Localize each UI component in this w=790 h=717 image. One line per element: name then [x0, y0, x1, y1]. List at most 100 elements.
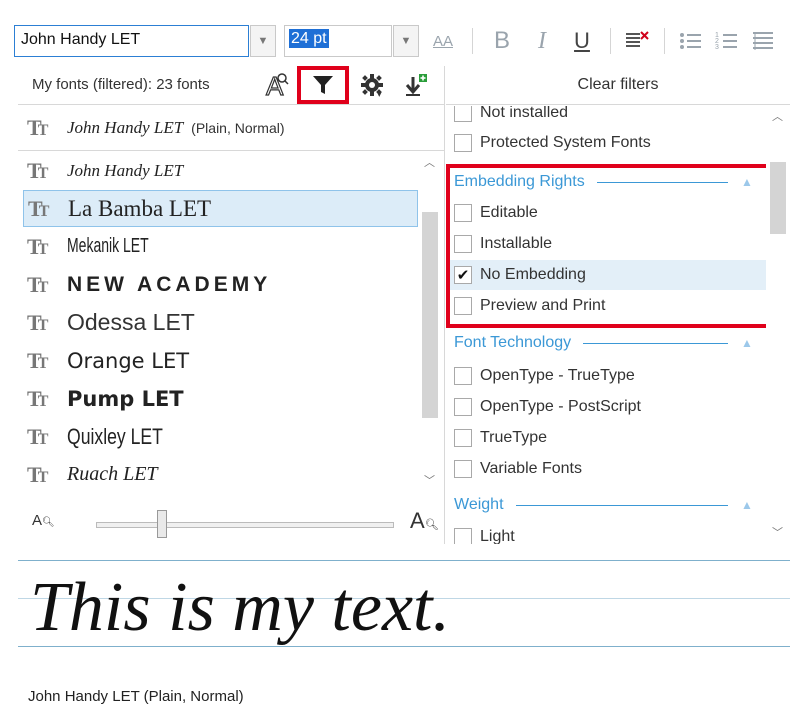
italic-button[interactable]: I [528, 25, 556, 57]
font-size-combobox[interactable]: 24 pt [284, 25, 392, 57]
font-list-item[interactable]: TT Odessa LET [23, 304, 418, 341]
small-size-icon: A🔍︎ [32, 512, 55, 529]
font-preview-area: This is my text. John Handy LET (Plain, … [18, 546, 790, 717]
divider [610, 28, 611, 54]
numbered-list-icon[interactable]: 123 [712, 25, 742, 57]
preview-text[interactable]: This is my text. [30, 568, 450, 648]
checkbox[interactable] [454, 367, 472, 385]
font-count-label: My fonts (filtered): 23 fonts [32, 76, 210, 93]
font-size-toggle-icon[interactable]: AA [428, 25, 458, 57]
bullet-list-icon[interactable] [676, 25, 706, 57]
section-embedding-rights[interactable]: Embedding Rights ▲ [454, 168, 754, 196]
scroll-down-arrow-icon[interactable]: ﹀ [424, 472, 435, 488]
font-list-scrollbar[interactable]: ︿ ﹀ [420, 152, 440, 492]
collapse-icon[interactable]: ▲ [740, 175, 754, 189]
truetype-icon: TT [27, 271, 48, 297]
scroll-down-arrow-icon[interactable]: ﹀ [772, 524, 783, 540]
font-list-header: My fonts (filtered): 23 fonts A ▾ [18, 66, 444, 105]
preview-size-control: A🔍︎ A🔍︎ [18, 502, 444, 544]
checkbox[interactable] [454, 398, 472, 416]
truetype-icon: TT [27, 309, 48, 335]
filter-option[interactable]: Variable Fonts [454, 454, 582, 484]
align-icon[interactable] [748, 25, 778, 57]
filter-option[interactable]: Editable [454, 198, 538, 228]
import-fonts-button[interactable] [400, 70, 432, 100]
filter-option[interactable]: OpenType - TrueType [454, 361, 635, 391]
checkbox[interactable] [454, 528, 472, 544]
checkbox-checked[interactable]: ✔ [454, 266, 472, 284]
bold-button[interactable]: B [488, 25, 516, 57]
download-icon [405, 74, 427, 96]
collapse-icon[interactable]: ▲ [740, 498, 754, 512]
checkbox[interactable] [454, 429, 472, 447]
truetype-icon: TT [27, 157, 48, 183]
divider [472, 28, 473, 54]
filter-option[interactable]: Installable [454, 229, 552, 259]
current-font-name: John Handy LET [67, 118, 184, 137]
font-sample-icon[interactable]: A [262, 70, 294, 100]
section-divider [515, 504, 728, 506]
preview-caption: John Handy LET (Plain, Normal) [28, 688, 244, 705]
collapse-icon[interactable]: ▲ [740, 336, 754, 350]
font-size-value: 24 pt [289, 29, 329, 48]
checkbox[interactable] [454, 106, 472, 122]
scrollbar-thumb[interactable] [422, 212, 438, 418]
filter-list: Not installed Protected System Fonts Emb… [446, 106, 766, 544]
svg-text:3: 3 [715, 44, 719, 51]
filter-button[interactable] [297, 66, 349, 104]
gear-icon: ▾ [361, 74, 383, 97]
filter-option-checked[interactable]: ✔ No Embedding [454, 260, 586, 290]
checkbox[interactable] [454, 204, 472, 222]
font-list-panel: My fonts (filtered): 23 fonts A ▾ TT Joh… [18, 66, 445, 544]
font-list-item[interactable]: TT Mekanik LET [23, 228, 418, 265]
scroll-up-arrow-icon[interactable]: ︿ [424, 154, 435, 170]
filter-option-protected[interactable]: Protected System Fonts [454, 128, 651, 158]
filter-icon [313, 76, 333, 94]
font-list-item-selected[interactable]: TT La Bamba LET [23, 190, 418, 227]
font-list-item[interactable]: TT Orange LET [23, 342, 418, 379]
filter-option[interactable]: TrueType [454, 423, 547, 453]
current-font-style: (Plain, Normal) [191, 120, 285, 136]
font-list-item[interactable]: TT NEW ACADEMY [23, 266, 418, 303]
font-list-item[interactable]: TT John Handy LET [23, 152, 418, 189]
filter-scrollbar[interactable]: ︿ ﹀ [768, 106, 788, 544]
zoom-slider-thumb[interactable] [156, 510, 167, 538]
clear-filters-button[interactable]: Clear filters [446, 66, 790, 105]
guide-line [18, 560, 790, 561]
checkbox[interactable] [454, 460, 472, 478]
font-name-combobox[interactable]: John Handy LET [14, 25, 249, 57]
zoom-slider-track[interactable] [96, 522, 394, 528]
checkbox[interactable] [454, 297, 472, 315]
section-weight[interactable]: Weight ▲ [454, 491, 754, 519]
font-size-dropdown-button[interactable]: ▼ [393, 25, 419, 57]
font-name-value: John Handy LET [21, 31, 141, 48]
divider [664, 28, 665, 54]
filter-option[interactable]: Preview and Print [454, 291, 605, 321]
font-list-item[interactable]: TT Quixley LET [23, 418, 418, 455]
scrollbar-thumb[interactable] [770, 162, 786, 234]
section-divider [583, 342, 728, 344]
chevron-down-icon: ▼ [257, 35, 269, 47]
truetype-icon: TT [27, 385, 48, 411]
filter-option[interactable]: Light [454, 522, 515, 544]
font-name-dropdown-button[interactable]: ▼ [250, 25, 276, 57]
truetype-icon: TT [27, 115, 48, 140]
large-size-icon: A🔍︎ [410, 508, 439, 533]
filter-option-not-installed[interactable]: Not installed [454, 106, 568, 128]
scroll-up-arrow-icon[interactable]: ︿ [772, 108, 783, 124]
font-list[interactable]: TT John Handy LET TT La Bamba LET TT Mek… [18, 152, 444, 560]
font-list-item[interactable]: TT Ruach LET [23, 456, 418, 493]
section-divider [596, 181, 728, 183]
settings-button[interactable]: ▾ [356, 70, 388, 100]
clear-formatting-icon[interactable] [622, 25, 652, 57]
checkbox[interactable] [454, 134, 472, 152]
current-font-row: TT John Handy LET (Plain, Normal) [18, 106, 444, 151]
filter-option[interactable]: OpenType - PostScript [454, 392, 641, 422]
chevron-down-icon: ▼ [400, 35, 412, 47]
truetype-icon: TT [27, 347, 48, 373]
checkbox[interactable] [454, 235, 472, 253]
section-font-technology[interactable]: Font Technology ▲ [454, 329, 754, 357]
truetype-icon: TT [27, 461, 48, 487]
underline-button[interactable]: U [568, 25, 596, 57]
font-list-item[interactable]: TT Pump LET [23, 380, 418, 417]
